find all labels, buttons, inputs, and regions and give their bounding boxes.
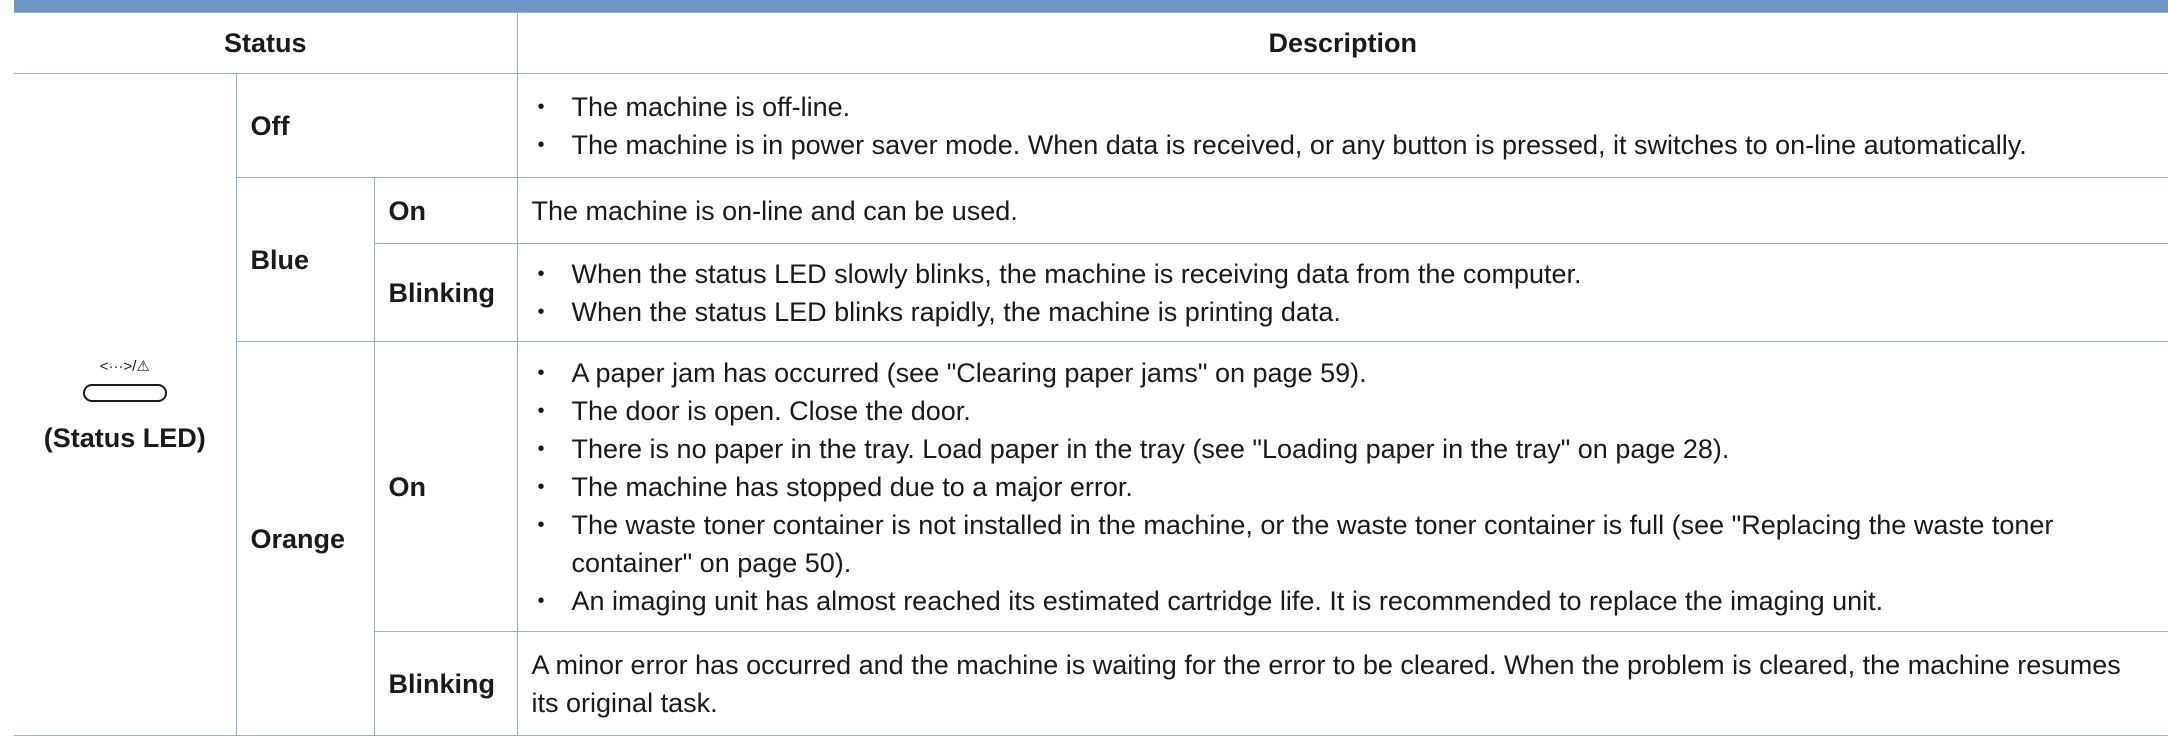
orange-blinking-label: Blinking: [374, 631, 518, 736]
orange-on-label: On: [373, 341, 518, 632]
status-led-cell: <···>/⚠ (Status LED): [14, 73, 237, 736]
list-item: There is no paper in the tray. Load pape…: [532, 430, 2155, 468]
list-item: An imaging unit has almost reached its e…: [532, 582, 2155, 620]
orange-on-bullet-list: A paper jam has occurred (see "Clearing …: [532, 354, 2155, 620]
blue-blinking-bullet-list: When the status LED slowly blinks, the m…: [532, 255, 2155, 331]
list-item: When the status LED slowly blinks, the m…: [532, 255, 2155, 293]
header-accent-bar: [14, 0, 2168, 12]
blue-blinking-description: When the status LED slowly blinks, the m…: [516, 243, 2168, 342]
off-label: Off: [235, 73, 518, 178]
status-led-icon-caption: <···>/⚠: [99, 357, 150, 375]
blue-label: Blue: [236, 177, 375, 342]
blue-blinking-label: Blinking: [374, 243, 518, 342]
table-header-row: Status Description: [14, 12, 2168, 74]
table-row-blue-on: Blue On The machine is on-line and can b…: [14, 177, 2168, 342]
table-row-off: <···>/⚠ (Status LED) Off The machine is …: [14, 73, 2168, 736]
list-item: The door is open. Close the door.: [532, 392, 2155, 430]
list-item: The machine is in power saver mode. When…: [532, 126, 2155, 164]
list-item: When the status LED blinks rapidly, the …: [532, 293, 2155, 331]
status-led-icon: <···>/⚠: [82, 357, 168, 413]
blue-on-description: The machine is on-line and can be used.: [516, 177, 2168, 244]
blue-on-label: On: [373, 177, 518, 244]
led-oval-icon: [82, 383, 167, 402]
table-row-orange-on: Orange On A paper jam has occurred (see …: [14, 341, 2168, 736]
status-led-label: (Status LED): [43, 422, 206, 453]
description-column-header: Description: [516, 12, 2168, 74]
orange-label: Orange: [236, 341, 375, 736]
off-description: The machine is off-line. The machine is …: [516, 73, 2168, 178]
list-item: The machine has stopped due to a major e…: [532, 468, 2155, 506]
list-item: The machine is off-line.: [532, 88, 2155, 126]
list-item: A paper jam has occurred (see "Clearing …: [532, 354, 2155, 392]
orange-on-description: A paper jam has occurred (see "Clearing …: [516, 341, 2168, 632]
status-led-table: Status Description <···>/⚠ (Status LED) …: [14, 12, 2168, 736]
off-bullet-list: The machine is off-line. The machine is …: [532, 88, 2155, 164]
status-column-header: Status: [14, 12, 518, 74]
orange-blinking-description: A minor error has occurred and the machi…: [516, 631, 2168, 736]
list-item: The waste toner container is not install…: [532, 506, 2155, 582]
